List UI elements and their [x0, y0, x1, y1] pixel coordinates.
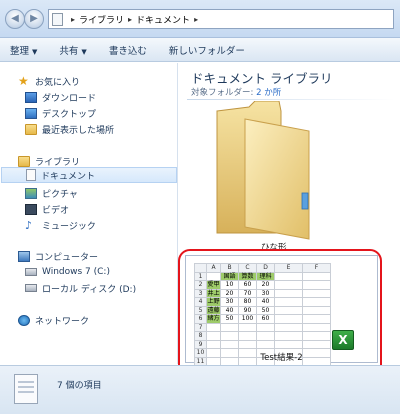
library-folder-icon [18, 155, 30, 167]
status-bar: 7 個の項目 [0, 365, 400, 414]
share-label: 共有 [59, 45, 79, 57]
divider [187, 99, 395, 100]
network-icon [18, 314, 30, 326]
breadcrumb-documents[interactable]: ドキュメント [136, 13, 190, 26]
command-bar: 整理 ▼ 共有 ▼ 書き込む 新しいフォルダー [0, 38, 400, 62]
nav-label: ダウンロード [42, 93, 97, 104]
document-icon [26, 169, 36, 181]
recent-places-icon [25, 123, 37, 135]
new-folder-button[interactable]: 新しいフォルダー [169, 43, 245, 57]
chevron-down-icon: ▼ [32, 47, 38, 56]
page-title: ドキュメント ライブラリ [191, 71, 333, 86]
nav-item-desktop[interactable]: デスクトップ [25, 105, 96, 121]
address-box[interactable]: ▸ ライブラリ ▸ ドキュメント ▸ [48, 9, 394, 29]
organize-label: 整理 [10, 45, 30, 57]
desktop-icon [25, 107, 37, 119]
documents-icon [52, 12, 63, 26]
burn-button[interactable]: 書き込む [109, 43, 147, 57]
nav-label: Windows 7 (C:) [42, 267, 110, 277]
star-icon: ★ [18, 74, 29, 88]
forward-arrow-icon: ▶ [30, 13, 38, 24]
breadcrumb-separator-icon: ▸ [71, 14, 76, 24]
content-pane: ドキュメント ライブラリ 対象フォルダー: 2 か所 ひな形 A B C D E… [178, 63, 400, 383]
downloads-icon [25, 91, 37, 103]
share-button[interactable]: 共有 ▼ [59, 43, 86, 57]
nav-item-drive-d[interactable]: ローカル ディスク (D:) [25, 280, 136, 296]
pictures-icon [25, 187, 37, 199]
nav-label: ドキュメント [41, 171, 96, 182]
highlight-outline [178, 249, 382, 383]
folder-icon[interactable] [209, 101, 319, 241]
breadcrumb-libraries[interactable]: ライブラリ [79, 13, 124, 26]
nav-label: ローカル ディスク (D:) [42, 284, 137, 295]
nav-label: ネットワーク [35, 316, 90, 327]
nav-item-documents[interactable]: ドキュメント [1, 167, 177, 183]
back-arrow-icon: ◀ [11, 13, 19, 24]
nav-item-recent-places[interactable]: 最近表示した場所 [25, 121, 114, 137]
nav-item-pictures[interactable]: ピクチャ [25, 185, 78, 201]
locations-link[interactable]: 2 か所 [256, 88, 281, 98]
drive-icon [25, 284, 37, 292]
music-note-icon: ♪ [25, 218, 33, 232]
library-locations: 対象フォルダー: 2 か所 [191, 86, 281, 98]
forward-button[interactable]: ▶ [24, 9, 44, 29]
address-bar-area: ◀ ▶ ▸ ライブラリ ▸ ドキュメント ▸ [0, 0, 400, 38]
nav-label: ライブラリ [35, 157, 81, 168]
nav-item-music[interactable]: ♪ ミュージック [25, 217, 96, 233]
nav-favorites[interactable]: ★ お気に入り [18, 73, 80, 89]
video-icon [25, 203, 37, 215]
nav-item-downloads[interactable]: ダウンロード [25, 89, 96, 105]
item-count: 7 個の項目 [57, 381, 102, 391]
locations-prefix: 対象フォルダー: [191, 88, 254, 98]
nav-label: ピクチャ [42, 189, 78, 200]
breadcrumb-separator-icon: ▸ [194, 14, 199, 24]
nav-label: デスクトップ [42, 109, 97, 120]
nav-label: ミュージック [42, 221, 96, 232]
breadcrumb-separator-icon: ▸ [128, 14, 133, 24]
nav-label: 最近表示した場所 [42, 125, 115, 136]
nav-item-drive-c[interactable]: Windows 7 (C:) [25, 264, 110, 280]
document-stack-icon [14, 374, 38, 404]
drive-icon [25, 268, 37, 276]
navigation-pane: ★ お気に入り ダウンロード デスクトップ 最近表示した場所 ライブラリ ドキュ… [0, 63, 178, 364]
back-button[interactable]: ◀ [5, 9, 25, 29]
nav-label: ビデオ [42, 205, 70, 216]
computer-icon [18, 250, 30, 262]
nav-label: コンピューター [35, 252, 99, 263]
organize-button[interactable]: 整理 ▼ [10, 43, 37, 57]
nav-label: お気に入り [35, 77, 81, 88]
nav-item-videos[interactable]: ビデオ [25, 201, 69, 217]
nav-network[interactable]: ネットワーク [18, 312, 89, 328]
chevron-down-icon: ▼ [81, 47, 87, 56]
nav-computer[interactable]: コンピューター [18, 248, 98, 264]
